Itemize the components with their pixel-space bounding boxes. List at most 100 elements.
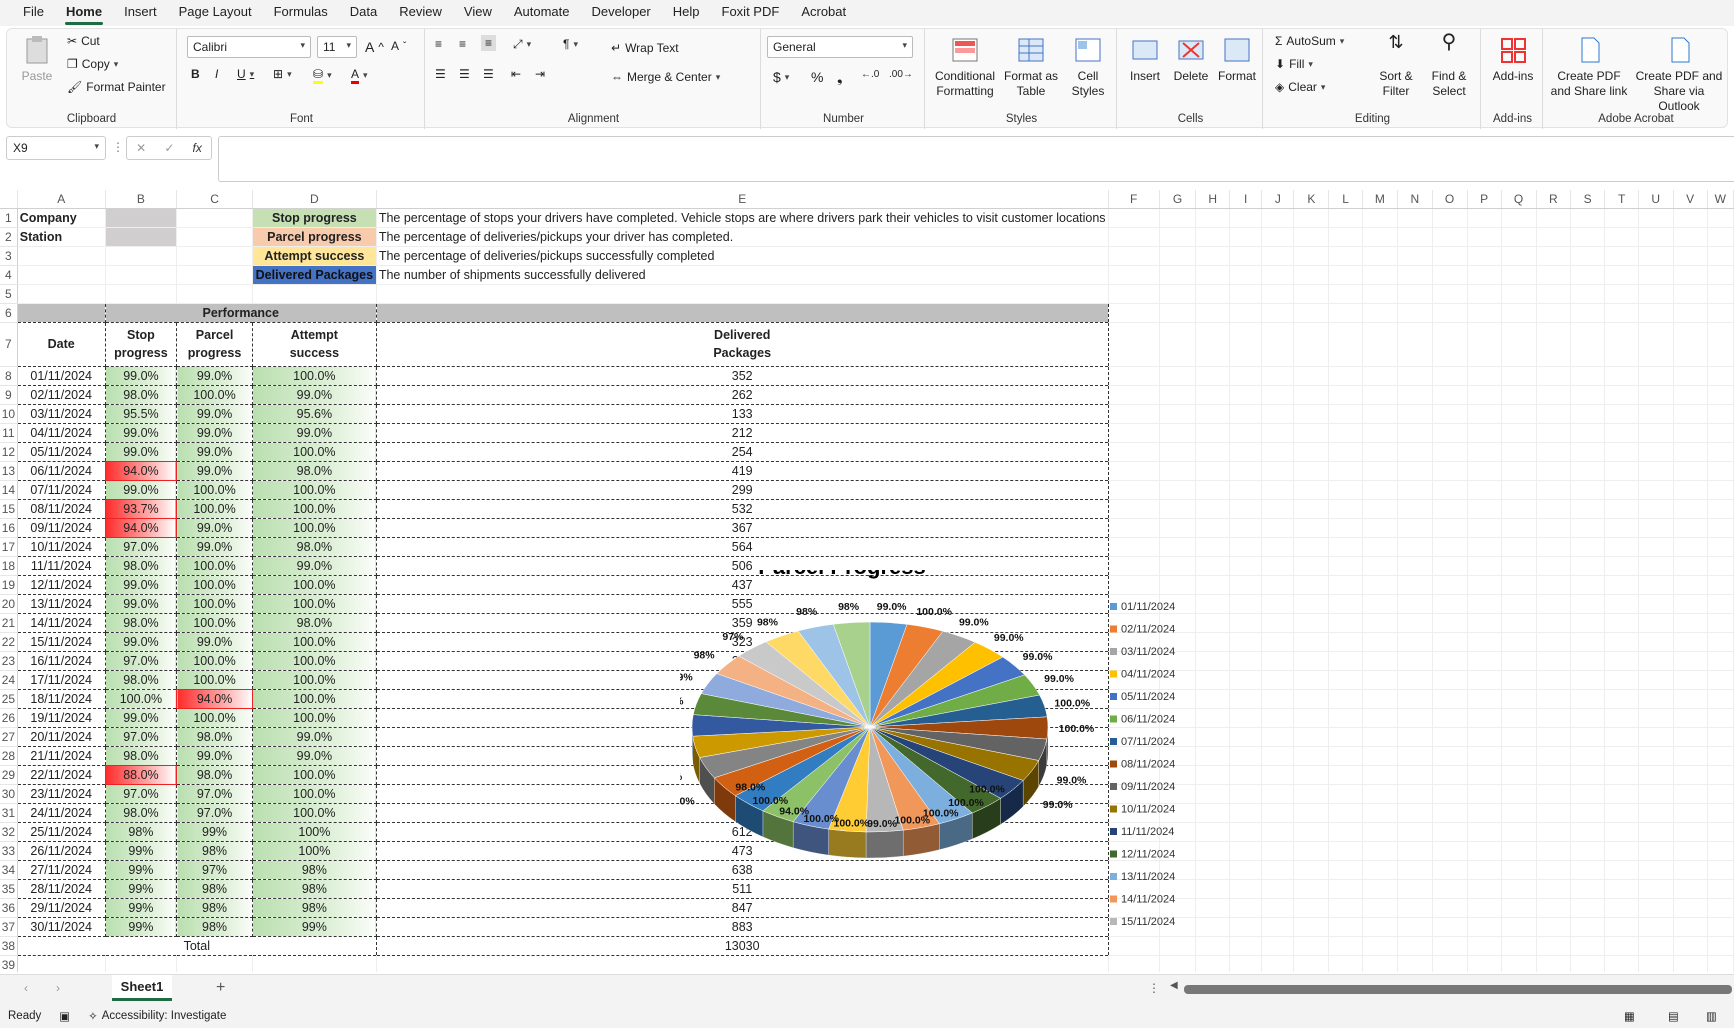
- date-cell[interactable]: 17/11/2024: [16, 669, 106, 690]
- stop-progress-cell[interactable]: 95.5%: [104, 403, 178, 424]
- cell[interactable]: [1673, 860, 1708, 880]
- cell[interactable]: [1108, 227, 1160, 247]
- cell[interactable]: [1638, 518, 1674, 538]
- cell[interactable]: [1328, 670, 1363, 690]
- cell[interactable]: [1293, 303, 1330, 323]
- cell[interactable]: [1536, 322, 1572, 367]
- attempt-success-cell[interactable]: 98%: [251, 897, 377, 918]
- parcel-progress-cell[interactable]: 100.0%: [176, 574, 253, 595]
- attempt-success-cell[interactable]: 99.0%: [251, 422, 377, 443]
- row-header[interactable]: 1: [0, 208, 18, 228]
- cell[interactable]: [1293, 746, 1330, 766]
- cell[interactable]: [1707, 265, 1734, 285]
- cell[interactable]: [1397, 898, 1433, 918]
- cell[interactable]: [1501, 784, 1537, 804]
- stop-progress-cell[interactable]: 99.0%: [104, 593, 178, 614]
- attempt-success-cell[interactable]: 99%: [251, 916, 377, 937]
- cell[interactable]: [1467, 284, 1502, 304]
- cell[interactable]: [1432, 784, 1468, 804]
- shrink-font-button[interactable]: Aˇ: [391, 39, 406, 53]
- parcel-progress-cell[interactable]: 98%: [176, 897, 253, 918]
- cell[interactable]: [1707, 860, 1734, 880]
- parcel-progress-cell[interactable]: 98%: [176, 878, 253, 899]
- cell[interactable]: [1261, 689, 1295, 709]
- cell[interactable]: [1293, 689, 1330, 709]
- cell[interactable]: [1362, 765, 1399, 785]
- cell[interactable]: [1673, 822, 1708, 842]
- cell[interactable]: [1328, 480, 1363, 500]
- percent-button[interactable]: %: [811, 69, 823, 85]
- cell[interactable]: [1229, 303, 1263, 323]
- cell[interactable]: [1362, 556, 1399, 576]
- total-label[interactable]: Total: [16, 935, 377, 956]
- cell[interactable]: [1261, 879, 1295, 899]
- insert-cells-button[interactable]: Insert: [1123, 35, 1167, 84]
- cell[interactable]: [1673, 208, 1708, 228]
- cell[interactable]: [1604, 708, 1639, 728]
- stop-progress-cell[interactable]: 98%: [104, 821, 178, 842]
- cell[interactable]: [1501, 284, 1537, 304]
- date-cell[interactable]: 01/11/2024: [16, 365, 106, 386]
- cell[interactable]: [1638, 208, 1674, 228]
- cell[interactable]: [1604, 746, 1639, 766]
- key-description[interactable]: The percentage of deliveries/pickups suc…: [376, 246, 1109, 266]
- cell[interactable]: [1229, 404, 1263, 424]
- cell[interactable]: [1673, 284, 1708, 304]
- cell[interactable]: [1638, 480, 1674, 500]
- cell[interactable]: [1604, 404, 1639, 424]
- fill-color-button[interactable]: ⛁ ▾: [313, 67, 332, 84]
- stop-progress-cell[interactable]: 97.0%: [104, 650, 178, 671]
- parcel-progress-cell[interactable]: 94.0%: [176, 688, 253, 709]
- cell[interactable]: [1328, 898, 1363, 918]
- wrap-text-button[interactable]: ↵ Wrap Text: [611, 41, 679, 55]
- cell[interactable]: [1707, 613, 1734, 633]
- column-header[interactable]: T: [1604, 190, 1639, 209]
- cell[interactable]: [1707, 208, 1734, 228]
- cell[interactable]: [1293, 727, 1330, 747]
- cell[interactable]: [1536, 708, 1572, 728]
- cell[interactable]: [1570, 613, 1606, 633]
- cell[interactable]: [1604, 860, 1639, 880]
- cell[interactable]: [1536, 594, 1572, 614]
- row-header[interactable]: 17: [0, 537, 18, 557]
- cell[interactable]: [1362, 727, 1399, 747]
- cell[interactable]: [1570, 898, 1606, 918]
- key-description[interactable]: The number of shipments successfully del…: [376, 265, 1109, 285]
- cell[interactable]: [1604, 423, 1639, 443]
- cell[interactable]: [1467, 613, 1502, 633]
- delivered-packages-header[interactable]: Delivered Packages: [375, 321, 1109, 367]
- cell[interactable]: [1638, 689, 1674, 709]
- cell[interactable]: [1707, 575, 1734, 595]
- date-cell[interactable]: 09/11/2024: [16, 517, 106, 538]
- parcel-progress-header[interactable]: Parcel progress: [176, 321, 253, 367]
- attempt-success-cell[interactable]: 95.6%: [251, 403, 377, 424]
- fx-icon[interactable]: fx: [193, 141, 202, 155]
- cell[interactable]: [1293, 632, 1330, 652]
- attempt-success-cell[interactable]: 100%: [251, 840, 377, 861]
- cell[interactable]: [1261, 670, 1295, 690]
- cell[interactable]: [1261, 727, 1295, 747]
- cell[interactable]: [1536, 765, 1572, 785]
- cell[interactable]: [1432, 366, 1468, 386]
- menu-data[interactable]: Data: [339, 0, 388, 26]
- cell[interactable]: [1707, 841, 1734, 861]
- parcel-progress-cell[interactable]: 100.0%: [176, 555, 253, 576]
- cell[interactable]: [1501, 227, 1537, 247]
- increase-decimal-button[interactable]: ←.0: [861, 69, 879, 80]
- cell[interactable]: [1293, 499, 1330, 519]
- cell[interactable]: [1673, 246, 1708, 266]
- cell[interactable]: [1328, 284, 1363, 304]
- cell[interactable]: [1501, 632, 1537, 652]
- cell[interactable]: [1328, 613, 1363, 633]
- cell[interactable]: [1536, 575, 1572, 595]
- cell[interactable]: [1108, 404, 1160, 424]
- cell[interactable]: [1261, 556, 1295, 576]
- cell[interactable]: [1638, 670, 1674, 690]
- cell[interactable]: [1604, 898, 1639, 918]
- cell[interactable]: [1432, 765, 1468, 785]
- cell[interactable]: [1397, 366, 1433, 386]
- column-header[interactable]: D: [252, 190, 377, 209]
- cell[interactable]: [1604, 841, 1639, 861]
- create-pdf-share-link-button[interactable]: Create PDF and Share link: [1549, 35, 1629, 99]
- cell[interactable]: [1536, 670, 1572, 690]
